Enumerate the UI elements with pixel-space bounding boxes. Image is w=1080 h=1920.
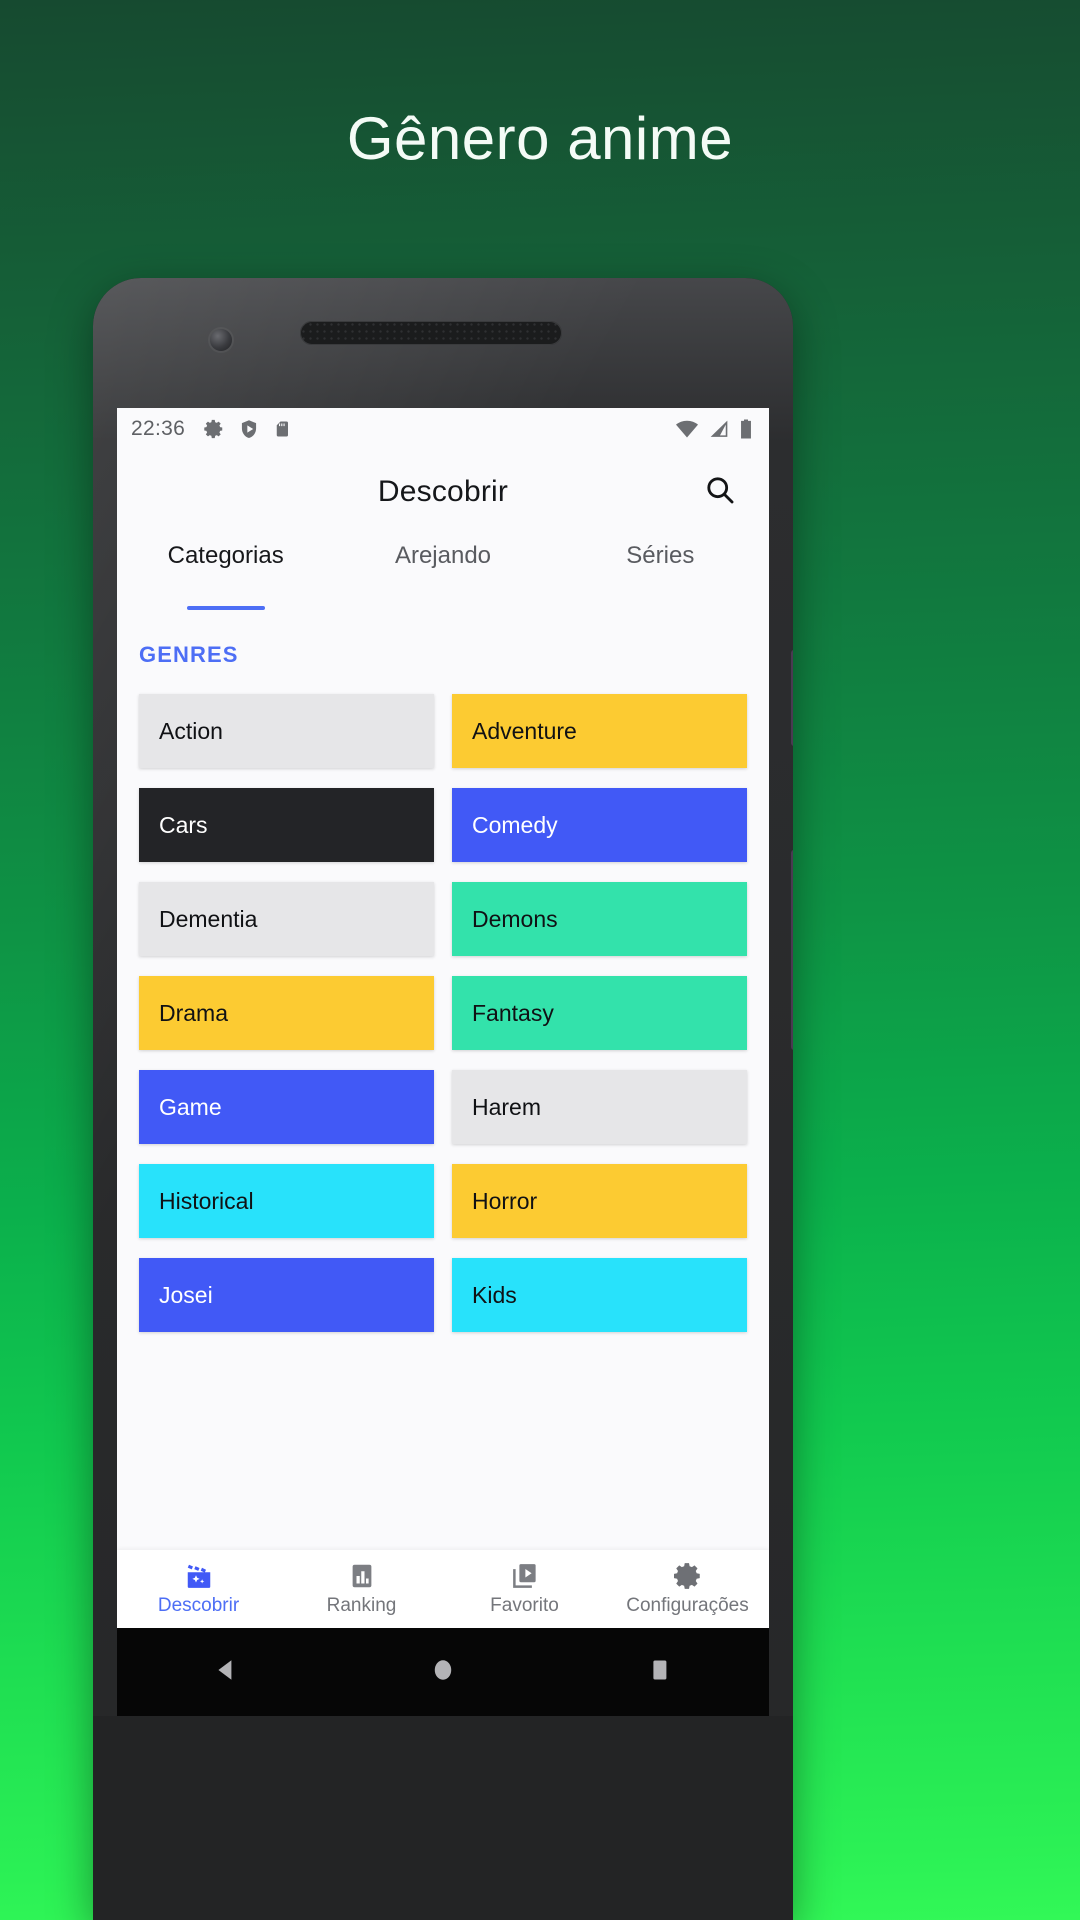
front-camera-icon <box>210 329 232 351</box>
page-title: Descobrir <box>377 475 509 508</box>
nav-label: Configurações <box>626 1595 749 1616</box>
nav-item-favorito[interactable]: Favorito <box>443 1561 606 1617</box>
genre-tile[interactable]: Kids <box>452 1258 747 1332</box>
cell-signal-icon <box>708 419 730 439</box>
sd-card-icon <box>273 418 291 440</box>
status-bar: 22:36 <box>117 408 769 450</box>
volume-button[interactable] <box>791 650 793 746</box>
status-left-icons <box>203 418 291 440</box>
gear-icon <box>673 1561 703 1591</box>
genre-tile[interactable]: Demons <box>452 882 747 956</box>
genres-scroll-area[interactable]: GENRES Action Adventure Cars Comedy Dementia… <box>117 610 769 1628</box>
tab-bar: Categorias Arejando Séries <box>117 534 769 610</box>
tab-series[interactable]: Séries <box>552 534 769 610</box>
section-title-genres: GENRES <box>139 642 239 667</box>
tab-label: Categorias <box>167 542 284 569</box>
genre-tile[interactable]: Game <box>139 1070 434 1144</box>
nav-label: Favorito <box>490 1595 559 1616</box>
genre-tile-label: Demons <box>472 905 558 932</box>
search-button[interactable] <box>697 469 743 515</box>
promo-headline: Gênero anime <box>346 105 734 172</box>
bottom-navigation-bar: Descobrir Ranking Favorito Configurações <box>117 1550 769 1628</box>
phone-device-frame: 22:36 Descobrir Categorias Arejando Séri… <box>93 278 793 1920</box>
nav-label: Descobrir <box>157 1595 240 1616</box>
android-system-nav <box>117 1628 769 1716</box>
genre-tile-label: Horror <box>472 1187 538 1214</box>
earpiece-speaker <box>300 321 562 345</box>
genre-tile[interactable]: Horror <box>452 1164 747 1238</box>
nav-item-ranking[interactable]: Ranking <box>280 1561 443 1617</box>
genre-tile-label: Cars <box>159 811 208 838</box>
discover-clapperboard-icon <box>184 1561 214 1591</box>
genre-tile[interactable]: Drama <box>139 976 434 1050</box>
genre-grid: Action Adventure Cars Comedy Dementia Demons D… <box>117 694 769 1332</box>
nav-label: Ranking <box>326 1595 397 1616</box>
gear-icon <box>203 418 225 440</box>
tab-arejando[interactable]: Arejando <box>334 534 551 610</box>
home-circle-icon <box>430 1655 456 1690</box>
genre-tile[interactable]: Historical <box>139 1164 434 1238</box>
genre-tile[interactable]: Fantasy <box>452 976 747 1050</box>
tab-label: Arejando <box>394 542 492 569</box>
back-triangle-icon <box>213 1656 239 1689</box>
tab-categorias[interactable]: Categorias <box>117 534 334 610</box>
genre-tile-label: Action <box>159 717 223 744</box>
battery-icon <box>739 418 753 440</box>
nav-item-descobrir[interactable]: Descobrir <box>117 1561 280 1617</box>
genre-tile-label: Dementia <box>159 905 258 932</box>
android-home-button[interactable] <box>411 1650 475 1694</box>
wifi-icon <box>675 419 699 439</box>
genre-tile-label: Josei <box>159 1281 213 1308</box>
genre-tile-label: Adventure <box>472 717 577 744</box>
genre-tile[interactable]: Harem <box>452 1070 747 1144</box>
genre-tile-label: Drama <box>159 999 229 1026</box>
genre-tile[interactable]: Cars <box>139 788 434 862</box>
genre-tile-label: Kids <box>472 1281 517 1308</box>
phone-screen: 22:36 Descobrir Categorias Arejando Séri… <box>117 408 769 1628</box>
status-right-icons <box>675 418 753 440</box>
shield-icon <box>239 418 259 440</box>
status-time: 22:36 <box>131 417 186 440</box>
genre-tile[interactable]: Dementia <box>139 882 434 956</box>
genre-tile[interactable]: Josei <box>139 1258 434 1332</box>
genre-tile[interactable]: Adventure <box>452 694 747 768</box>
android-recents-button[interactable] <box>628 1650 692 1694</box>
genre-tile-label: Comedy <box>472 811 558 838</box>
genre-tile-label: Game <box>159 1093 222 1120</box>
power-button[interactable] <box>791 850 793 1050</box>
phone-bottom-chin <box>93 1716 793 1920</box>
tab-label: Séries <box>626 542 695 569</box>
video-library-icon <box>510 1561 540 1591</box>
recents-square-icon <box>648 1656 672 1689</box>
nav-item-configuracoes[interactable]: Configurações <box>606 1561 769 1617</box>
android-back-button[interactable] <box>194 1650 258 1694</box>
genre-tile-label: Harem <box>472 1093 542 1120</box>
app-bar: Descobrir <box>117 450 769 534</box>
genre-tile[interactable]: Comedy <box>452 788 747 862</box>
search-icon <box>703 473 737 512</box>
genre-tile[interactable]: Action <box>139 694 434 768</box>
genre-tile-label: Historical <box>159 1187 254 1214</box>
genre-tile-label: Fantasy <box>472 999 554 1026</box>
bar-chart-icon <box>347 1561 377 1591</box>
